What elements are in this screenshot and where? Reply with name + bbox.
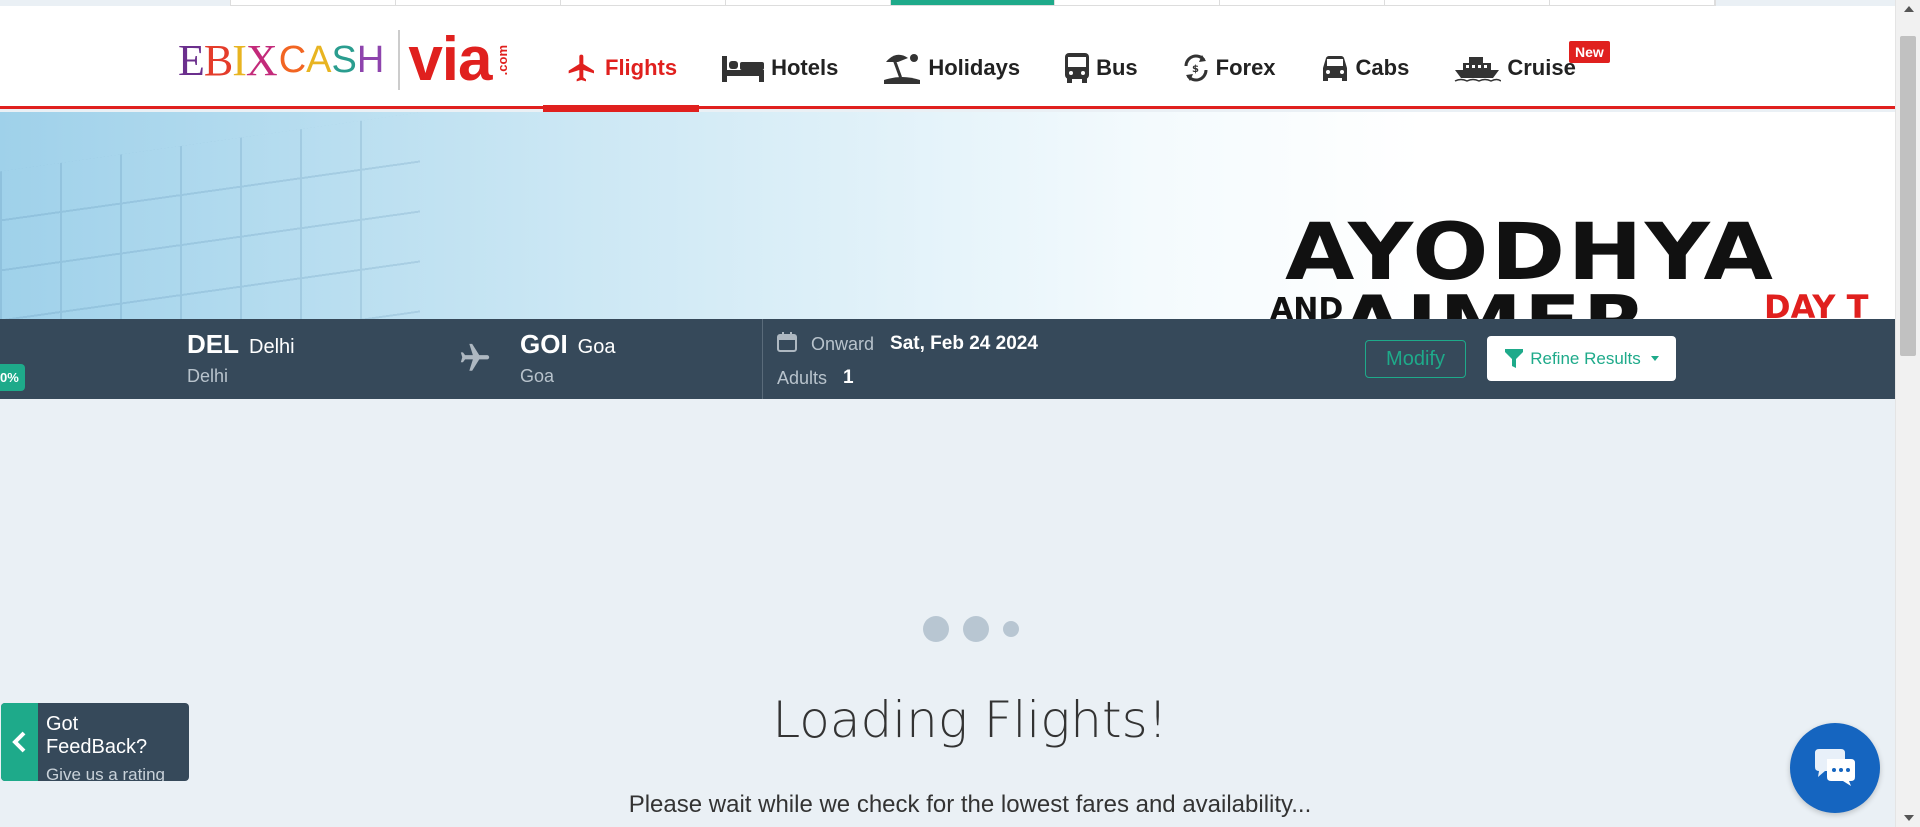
- chat-icon: [1811, 745, 1859, 792]
- calendar-icon: [777, 331, 797, 358]
- adults-row: Adults 1: [777, 363, 1038, 393]
- svg-text:$: $: [1192, 64, 1199, 75]
- feedback-widget[interactable]: Got FeedBack? Give us a rating: [1, 703, 189, 781]
- promo-line2: AJMER: [1340, 280, 1649, 319]
- promo-and: AND: [1270, 292, 1344, 319]
- origin-sub: Delhi: [187, 366, 229, 386]
- chat-button[interactable]: [1790, 723, 1880, 813]
- loading-area: Loading Flights! Please wait while we ch…: [0, 399, 1895, 827]
- bed-icon: [721, 53, 765, 83]
- top-strip-segment: [561, 0, 726, 5]
- filter-icon: [1504, 348, 1524, 370]
- logo-letter: X: [245, 35, 278, 85]
- feedback-title: Got FeedBack?: [45, 713, 148, 758]
- top-strip-segment: [1220, 0, 1386, 5]
- nav-label: Cruise: [1507, 54, 1576, 80]
- vertical-scrollbar[interactable]: [1895, 0, 1920, 827]
- top-strip-segment: [1055, 0, 1221, 5]
- loading-dot: [923, 616, 949, 642]
- top-strip-segment: [726, 0, 891, 5]
- origin-name: Delhi: [249, 336, 295, 358]
- origin-city: DEL Delhi Delhi: [187, 329, 295, 387]
- origin-code: DEL: [187, 329, 239, 359]
- logo-cash: CASH: [279, 39, 385, 82]
- travel-details: Onward Sat, Feb 24 2024 Adults 1: [777, 329, 1038, 397]
- refine-label: Refine Results: [1530, 348, 1641, 368]
- nav-item-bus[interactable]: Bus: [1042, 26, 1160, 109]
- top-strip-segment: [1550, 0, 1716, 5]
- search-summary-bar: 0% DEL Delhi Delhi GOI Goa Goa Onward Sat,…: [0, 319, 1895, 399]
- top-strip-segment: [1385, 0, 1551, 5]
- currency-exchange-icon: $: [1182, 52, 1210, 84]
- logo-letter: S: [331, 38, 357, 81]
- nav-item-cabs[interactable]: Cabs: [1298, 26, 1432, 109]
- car-icon: [1320, 54, 1350, 82]
- top-strip-segment-active: [890, 0, 1056, 5]
- destination-name: Goa: [577, 336, 616, 358]
- nav-label: Cabs: [1355, 54, 1410, 80]
- site-header: EBIX CASH via .com Flights Hotels Holida…: [0, 6, 1895, 112]
- promo-day: DAY T: [1764, 288, 1869, 319]
- nav-item-holidays[interactable]: Holidays: [860, 26, 1042, 109]
- feedback-text: Got FeedBack? Give us a rating: [38, 703, 189, 781]
- adults-count: 1: [843, 367, 854, 388]
- nav-label: Holidays: [928, 54, 1021, 80]
- logo-letter: C: [278, 38, 307, 81]
- bus-icon: [1064, 52, 1090, 84]
- feedback-subtitle: Give us a rating: [45, 765, 165, 781]
- nav-item-hotels[interactable]: Hotels: [699, 26, 860, 109]
- top-strip-segment: [231, 0, 396, 5]
- destination-code: GOI: [520, 329, 568, 359]
- divider: [762, 319, 763, 399]
- logo-com: .com: [494, 44, 510, 76]
- logo-letter: I: [232, 35, 247, 85]
- scroll-up-arrow-icon[interactable]: [1904, 6, 1914, 12]
- nav-label: Hotels: [771, 54, 839, 80]
- beach-icon: [882, 50, 922, 86]
- destination-sub: Goa: [520, 366, 555, 386]
- nav-label: Forex: [1215, 54, 1276, 80]
- new-badge: New: [1569, 41, 1610, 63]
- nav-item-cruise[interactable]: Cruise New: [1431, 26, 1610, 109]
- logo-letter: E: [178, 35, 205, 85]
- scroll-thumb[interactable]: [1900, 36, 1916, 356]
- nav-label: Flights: [605, 54, 678, 80]
- nav-label: Bus: [1096, 54, 1138, 80]
- onward-label: Onward: [811, 333, 875, 354]
- chevron-left-icon: [1, 703, 38, 781]
- building-graphic: [0, 112, 420, 319]
- scroll-down-arrow-icon[interactable]: [1904, 815, 1914, 821]
- main-nav: Flights Hotels Holidays Bus $ Forex Cabs…: [543, 26, 1610, 112]
- loading-dots: [923, 616, 1033, 642]
- refine-results-button[interactable]: Refine Results: [1487, 336, 1676, 381]
- logo-divider: [398, 30, 401, 90]
- caret-down-icon: [1650, 356, 1659, 361]
- logo-letter: H: [356, 38, 385, 81]
- plane-icon: [458, 341, 492, 380]
- plane-icon: [565, 52, 599, 84]
- ebixcash-via-logo[interactable]: EBIX CASH via .com: [178, 24, 510, 96]
- onward-row: Onward Sat, Feb 24 2024: [777, 329, 1038, 359]
- logo-letter: B: [203, 35, 233, 85]
- adults-label: Adults: [777, 367, 828, 388]
- top-strip-segment: [396, 0, 561, 5]
- nav-item-flights[interactable]: Flights: [543, 26, 700, 112]
- logo-ebix: EBIX: [178, 35, 278, 86]
- modify-button[interactable]: Modify: [1365, 340, 1466, 378]
- loading-dot: [963, 616, 989, 642]
- destination-city: GOI Goa Goa: [520, 329, 615, 387]
- onward-date: Sat, Feb 24 2024: [890, 333, 1038, 354]
- loading-subtitle: Please wait while we check for the lowes…: [628, 791, 1312, 818]
- loading-dot: [1003, 621, 1019, 637]
- loading-title: Loading Flights!: [772, 691, 1168, 749]
- logo-via: via: [408, 25, 492, 94]
- ship-icon: [1453, 54, 1502, 82]
- discount-tag[interactable]: 0%: [0, 364, 25, 391]
- promo-banner[interactable]: AYODHYA AND AJMER DAY T: [0, 112, 1895, 319]
- nav-item-forex[interactable]: $ Forex: [1160, 26, 1298, 109]
- logo-letter: A: [306, 38, 332, 81]
